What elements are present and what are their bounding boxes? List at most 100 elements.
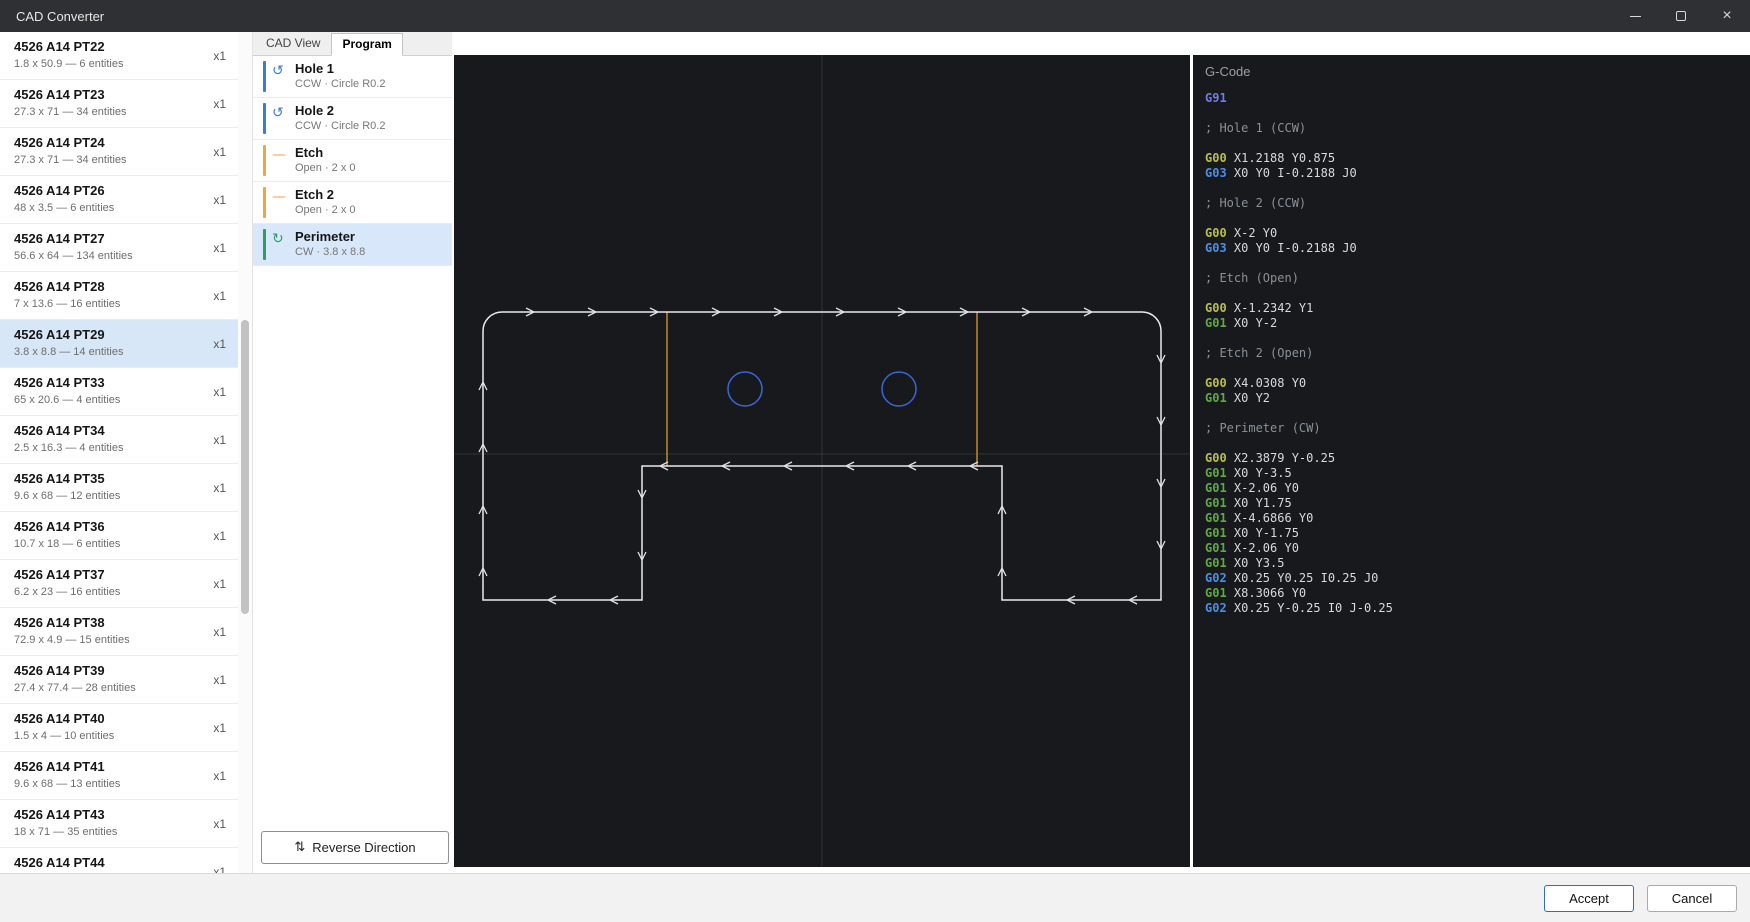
part-quantity: x1 xyxy=(213,145,226,159)
part-quantity: x1 xyxy=(213,97,226,111)
gcode-line: G03 X0 Y0 I-0.2188 J0 xyxy=(1205,166,1750,181)
part-name: 4526 A14 PT33 xyxy=(14,375,228,390)
operation-item[interactable]: —Etch 2Open · 2 x 0 xyxy=(253,182,452,224)
minimize-icon xyxy=(1630,16,1641,17)
gcode-line: G01 X0 Y1.75 xyxy=(1205,496,1750,511)
operation-title: Etch 2 xyxy=(295,187,446,202)
part-name: 4526 A14 PT37 xyxy=(14,567,228,582)
part-meta: 27.3 x 71 — 34 entities xyxy=(14,154,228,166)
gcode-line xyxy=(1205,136,1750,151)
maximize-icon xyxy=(1676,11,1686,21)
operation-meta: Open · 2 x 0 xyxy=(295,204,446,216)
operation-meta: Open · 2 x 0 xyxy=(295,162,446,174)
gcode-line xyxy=(1205,406,1750,421)
app-window: CAD Converter × 4526 A14 PT221.8 x 50.9 … xyxy=(0,0,1750,922)
close-button[interactable]: × xyxy=(1704,0,1750,32)
part-name: 4526 A14 PT27 xyxy=(14,231,228,246)
part-name: 4526 A14 PT34 xyxy=(14,423,228,438)
part-name: 4526 A14 PT22 xyxy=(14,39,228,54)
part-list-item[interactable]: 4526 A14 PT293.8 x 8.8 — 14 entitiesx1 xyxy=(0,320,238,368)
gcode-line: G00 X2.3879 Y-0.25 xyxy=(1205,451,1750,466)
part-meta: 1.8 x 50.9 — 6 entities xyxy=(14,58,228,70)
accept-button[interactable]: Accept xyxy=(1544,885,1634,912)
part-name: 4526 A14 PT38 xyxy=(14,615,228,630)
part-quantity: x1 xyxy=(213,673,226,687)
gcode-listing: G91 ; Hole 1 (CCW) G00 X1.2188 Y0.875G03… xyxy=(1205,91,1750,616)
part-meta: 10.7 x 18 — 6 entities xyxy=(14,538,228,550)
cw-arrow-icon: ↻ xyxy=(272,232,284,246)
part-name: 4526 A14 PT39 xyxy=(14,663,228,678)
minimize-button[interactable] xyxy=(1612,0,1658,32)
part-name: 4526 A14 PT40 xyxy=(14,711,228,726)
operation-title: Perimeter xyxy=(295,229,446,244)
part-quantity: x1 xyxy=(213,817,226,831)
part-list-item[interactable]: 4526 A14 PT2756.6 x 64 — 134 entitiesx1 xyxy=(0,224,238,272)
part-quantity: x1 xyxy=(213,577,226,591)
operation-item[interactable]: ↺Hole 1CCW · Circle R0.2 xyxy=(253,56,452,98)
part-quantity: x1 xyxy=(213,49,226,63)
operation-meta: CCW · Circle R0.2 xyxy=(295,120,446,132)
part-list-item[interactable]: 4526 A14 PT401.5 x 4 — 10 entitiesx1 xyxy=(0,704,238,752)
part-list-item[interactable]: 4526 A14 PT3872.9 x 4.9 — 15 entitiesx1 xyxy=(0,608,238,656)
operation-item[interactable]: —EtchOpen · 2 x 0 xyxy=(253,140,452,182)
sidebar-scrollbar[interactable] xyxy=(238,32,252,873)
part-quantity: x1 xyxy=(213,241,226,255)
gcode-line xyxy=(1205,286,1750,301)
part-list-item[interactable]: 4526 A14 PT3365 x 20.6 — 4 entitiesx1 xyxy=(0,368,238,416)
part-list-item[interactable]: 4526 A14 PT3610.7 x 18 — 6 entitiesx1 xyxy=(0,512,238,560)
gcode-line: G01 X-4.6866 Y0 xyxy=(1205,511,1750,526)
scrollbar-thumb[interactable] xyxy=(241,320,249,614)
part-list-item[interactable]: 4526 A14 PT26 48 x 3.5 — 6 entitiesx1 xyxy=(0,176,238,224)
part-quantity: x1 xyxy=(213,625,226,639)
tab-cad-view[interactable]: CAD View xyxy=(255,32,331,55)
part-name: 4526 A14 PT43 xyxy=(14,807,228,822)
part-list-item[interactable]: 4526 A14 PT359.6 x 68 — 12 entitiesx1 xyxy=(0,464,238,512)
part-name: 4526 A14 PT26 xyxy=(14,183,228,198)
gcode-line: G00 X-1.2342 Y1 xyxy=(1205,301,1750,316)
window-controls: × xyxy=(1612,0,1750,32)
part-list-item[interactable]: 4526 A14 PT43 18 x 71 — 35 entitiesx1 xyxy=(0,800,238,848)
gcode-line xyxy=(1205,211,1750,226)
part-list-item[interactable]: 4526 A14 PT287 x 13.6 — 16 entitiesx1 xyxy=(0,272,238,320)
cad-canvas[interactable] xyxy=(454,55,1190,867)
tab-program[interactable]: Program xyxy=(331,33,402,56)
part-list-item[interactable]: 4526 A14 PT419.6 x 68 — 13 entitiesx1 xyxy=(0,752,238,800)
part-list-item[interactable]: 4526 A14 PT22 1.8 x 50.9 — 6 entitiesx1 xyxy=(0,32,238,80)
part-list-item[interactable]: 4526 A14 PT44x1 xyxy=(0,848,238,873)
operation-color-stripe xyxy=(263,145,266,176)
gcode-line: G91 xyxy=(1205,91,1750,106)
part-meta: 7 x 13.6 — 16 entities xyxy=(14,298,228,310)
operations-list: ↺Hole 1CCW · Circle R0.2↺Hole 2CCW · Cir… xyxy=(253,56,452,873)
part-list-item[interactable]: 4526 A14 PT376.2 x 23 — 16 entitiesx1 xyxy=(0,560,238,608)
part-quantity: x1 xyxy=(213,865,226,874)
part-quantity: x1 xyxy=(213,193,226,207)
cancel-button[interactable]: Cancel xyxy=(1647,885,1737,912)
part-quantity: x1 xyxy=(213,529,226,543)
maximize-button[interactable] xyxy=(1658,0,1704,32)
part-quantity: x1 xyxy=(213,385,226,399)
gcode-line: ; Perimeter (CW) xyxy=(1205,421,1750,436)
part-meta: 9.6 x 68 — 13 entities xyxy=(14,778,228,790)
part-list-item[interactable]: 4526 A14 PT2427.3 x 71 — 34 entitiesx1 xyxy=(0,128,238,176)
program-panel: CAD View Program ↺Hole 1CCW · Circle R0.… xyxy=(252,32,452,873)
part-meta: 2.5 x 16.3 — 4 entities xyxy=(14,442,228,454)
part-quantity: x1 xyxy=(213,481,226,495)
part-meta: 18 x 71 — 35 entities xyxy=(14,826,228,838)
operation-item[interactable]: ↻ Perimeter CW · 3.8 x 8.8 xyxy=(253,224,452,266)
operation-title: Etch xyxy=(295,145,446,160)
gcode-line: G02 X0.25 Y0.25 I0.25 J0 xyxy=(1205,571,1750,586)
part-list-item[interactable]: 4526 A14 PT2327.3 x 71 — 34 entitiesx1 xyxy=(0,80,238,128)
part-list-item[interactable]: 4526 A14 PT342.5 x 16.3 — 4 entitiesx1 xyxy=(0,416,238,464)
parts-sidebar: 4526 A14 PT221.8 x 50.9 — 6 entitiesx145… xyxy=(0,32,252,873)
operation-meta: CW · 3.8 x 8.8 xyxy=(295,246,446,258)
part-list-item[interactable]: 4526 A14 PT3927.4 x 77.4 — 28 entitiesx1 xyxy=(0,656,238,704)
part-meta: 48 x 3.5 — 6 entities xyxy=(14,202,228,214)
operation-item[interactable]: ↺Hole 2CCW · Circle R0.2 xyxy=(253,98,452,140)
reverse-direction-button[interactable]: ⇅ Reverse Direction xyxy=(261,831,449,864)
gcode-line xyxy=(1205,106,1750,121)
gcode-panel-title: G-Code xyxy=(1205,64,1750,79)
gcode-line: G01 X0 Y3.5 xyxy=(1205,556,1750,571)
part-quantity: x1 xyxy=(213,769,226,783)
gcode-line: G01 X0 Y-3.5 xyxy=(1205,466,1750,481)
part-meta: 1.5 x 4 — 10 entities xyxy=(14,730,228,742)
